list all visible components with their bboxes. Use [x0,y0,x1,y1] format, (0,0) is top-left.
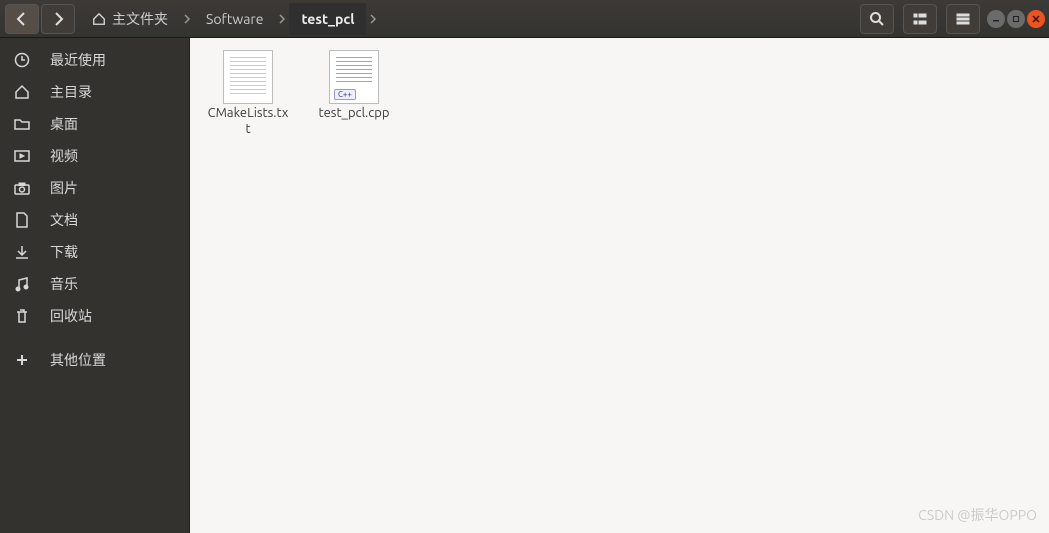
folder-icon [14,116,30,132]
sidebar-item-label: 主目录 [50,82,92,102]
chevron-left-icon [14,11,30,27]
sidebar-item-label: 图片 [50,178,78,198]
back-button[interactable] [5,4,39,34]
sidebar-item-downloads[interactable]: 下载 [0,236,189,268]
sidebar-item-recent[interactable]: 最近使用 [0,44,189,76]
sidebar-item-label: 文档 [50,210,78,230]
search-icon [869,11,885,27]
list-view-icon [912,11,928,27]
sidebar-item-label: 下载 [50,242,78,262]
file-content-area[interactable]: CMakeLists.txt test_pcl.cpp CSDN @振华OPPO [190,38,1049,533]
sidebar: 最近使用 主目录 桌面 视频 图片 文档 下载 音乐 [0,38,190,533]
home-icon [92,12,106,26]
breadcrumb-separator-icon [275,3,289,35]
sidebar-item-videos[interactable]: 视频 [0,140,189,172]
sidebar-item-music[interactable]: 音乐 [0,268,189,300]
file-item[interactable]: CMakeLists.txt [206,50,290,137]
watermark: CSDN @振华OPPO [918,505,1037,525]
header-bar: 主文件夹 Software test_pcl [0,0,1049,38]
breadcrumb-separator-icon [366,3,380,35]
chevron-right-icon [50,11,66,27]
breadcrumb-segment-label: test_pcl [301,11,354,27]
hamburger-icon [955,11,971,27]
plus-icon [14,352,30,368]
search-button[interactable] [860,4,894,34]
sidebar-item-other-locations[interactable]: 其他位置 [0,344,189,376]
sidebar-item-label: 最近使用 [50,50,106,70]
main-area: 最近使用 主目录 桌面 视频 图片 文档 下载 音乐 [0,38,1049,533]
download-icon [14,244,30,260]
menu-button[interactable] [946,4,980,34]
sidebar-item-trash[interactable]: 回收站 [0,300,189,332]
clock-icon [14,52,30,68]
sidebar-item-label: 其他位置 [50,350,106,370]
text-file-icon [223,50,273,104]
sidebar-item-documents[interactable]: 文档 [0,204,189,236]
close-icon [1032,15,1040,23]
window-controls [987,10,1045,28]
sidebar-item-desktop[interactable]: 桌面 [0,108,189,140]
sidebar-item-label: 桌面 [50,114,78,134]
cpp-file-icon [329,50,379,104]
sidebar-item-label: 音乐 [50,274,78,294]
sidebar-item-label: 视频 [50,146,78,166]
sidebar-item-home[interactable]: 主目录 [0,76,189,108]
trash-icon [14,308,30,324]
file-label: test_pcl.cpp [319,106,390,122]
breadcrumb-separator-icon [180,3,194,35]
music-icon [14,276,30,292]
breadcrumb-segment[interactable]: Software [194,3,275,35]
maximize-icon [1012,15,1020,23]
breadcrumb-home-label: 主文件夹 [112,9,168,29]
breadcrumb-home[interactable]: 主文件夹 [80,3,180,35]
minimize-icon [992,15,1000,23]
video-icon [14,148,30,164]
sidebar-item-label: 回收站 [50,306,92,326]
window-minimize-button[interactable] [987,10,1005,28]
view-list-button[interactable] [903,4,937,34]
breadcrumb-segment-label: Software [206,11,263,27]
home-icon [14,84,30,100]
camera-icon [14,180,30,196]
file-label: CMakeLists.txt [206,106,290,137]
window-close-button[interactable] [1027,10,1045,28]
document-icon [14,212,30,228]
window-maximize-button[interactable] [1007,10,1025,28]
file-item[interactable]: test_pcl.cpp [312,50,396,137]
breadcrumb-segment-current[interactable]: test_pcl [289,3,366,35]
breadcrumb: 主文件夹 Software test_pcl [80,3,380,35]
forward-button[interactable] [41,4,75,34]
sidebar-item-pictures[interactable]: 图片 [0,172,189,204]
